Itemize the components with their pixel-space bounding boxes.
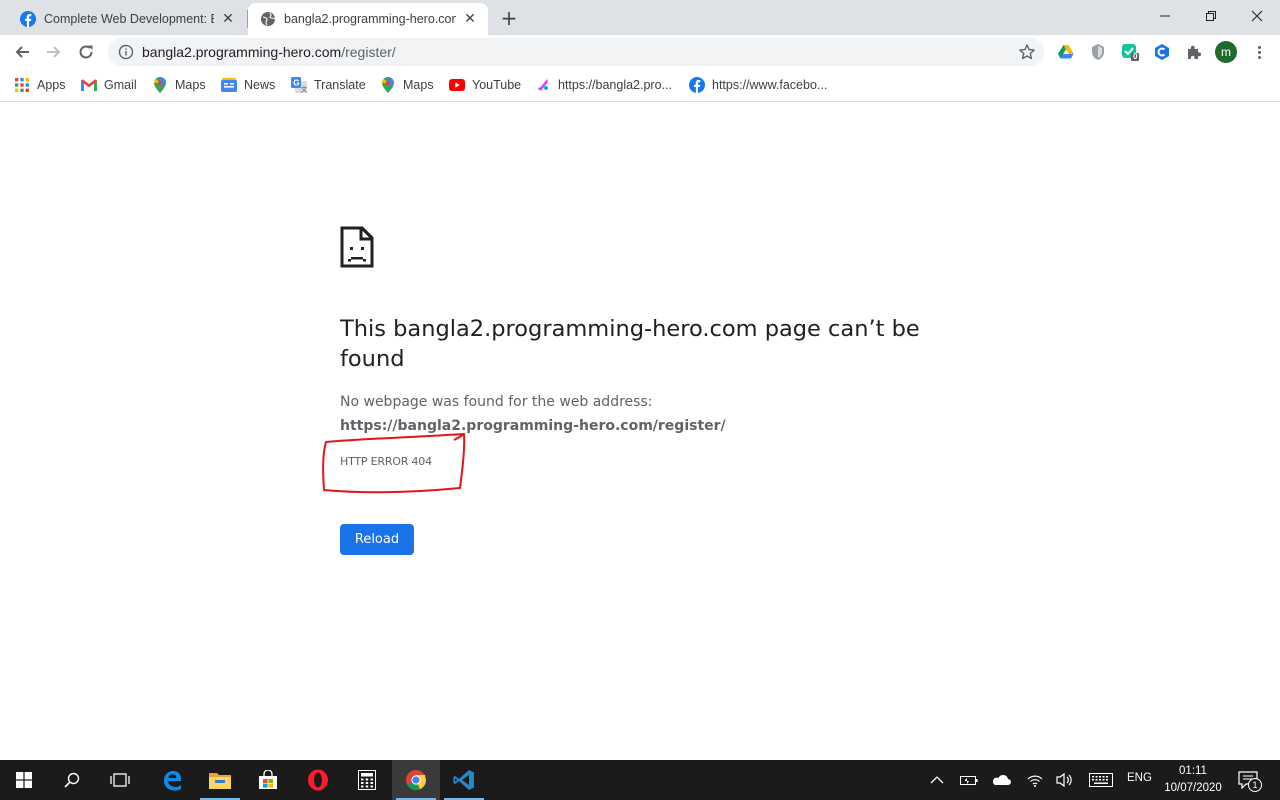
- notification-count: 1: [1248, 778, 1262, 792]
- chevron-up-icon[interactable]: [927, 770, 947, 790]
- new-tab-button[interactable]: +: [498, 6, 520, 30]
- svg-text:G: G: [293, 79, 299, 88]
- wifi-icon[interactable]: [1025, 770, 1045, 790]
- refresh-icon: [79, 45, 93, 59]
- google-drive-icon[interactable]: [1057, 43, 1075, 61]
- globe-icon: [260, 11, 276, 27]
- bookmark-label: Gmail: [104, 78, 137, 92]
- translate-icon: G文: [291, 77, 307, 93]
- shield-extension-icon[interactable]: [1089, 43, 1107, 61]
- facebook-icon: [20, 11, 36, 27]
- info-icon[interactable]: [118, 44, 134, 60]
- youtube-icon: [449, 77, 465, 93]
- tab-complete-web-development[interactable]: Complete Web Development: Ba ✕: [8, 3, 246, 35]
- arrow-right-icon: [47, 46, 61, 58]
- maps-pin-icon: [380, 77, 396, 93]
- language-indicator[interactable]: ENG: [1127, 772, 1152, 784]
- bookmark-news[interactable]: News: [221, 75, 275, 95]
- bookmark-label: https://www.facebo...: [712, 78, 828, 92]
- profile-avatar[interactable]: m: [1215, 41, 1237, 63]
- bookmark-label: YouTube: [472, 78, 522, 92]
- tab-close-icon[interactable]: ✕: [462, 11, 478, 27]
- browser-toolbar: bangla2.programming-hero.com/register/ 0…: [0, 35, 1280, 69]
- windows-start-icon[interactable]: [0, 760, 48, 800]
- volume-icon[interactable]: [1055, 770, 1075, 790]
- bookmark-label: Maps: [175, 78, 206, 92]
- arrow-left-icon: [15, 46, 29, 58]
- task-view-icon[interactable]: [96, 760, 144, 800]
- bookmark-youtube[interactable]: YouTube: [449, 75, 521, 95]
- tab-title: bangla2.programming-hero.com: [284, 12, 456, 26]
- bookmark-label: Maps: [403, 78, 434, 92]
- clock-date: 10/07/2020: [1164, 782, 1222, 794]
- url-host: bangla2.programming-hero.com: [142, 44, 342, 60]
- calculator-icon[interactable]: [343, 760, 391, 800]
- facebook-icon: [689, 77, 705, 93]
- bookmark-maps[interactable]: Maps: [152, 75, 206, 95]
- red-circle-annotation: [322, 433, 466, 494]
- programming-hero-icon: [535, 77, 551, 93]
- store-icon[interactable]: [244, 760, 292, 800]
- bookmark-label: Apps: [37, 78, 66, 92]
- bookmark-label: News: [244, 78, 276, 92]
- tab-strip: Complete Web Development: Ba ✕ bangla2.p…: [0, 0, 1280, 35]
- minimize-icon[interactable]: [1142, 0, 1188, 32]
- error-description-text: No webpage was found for the web address…: [340, 394, 653, 410]
- grammar-check-icon[interactable]: 0: [1121, 43, 1139, 61]
- search-icon[interactable]: [48, 760, 96, 800]
- bookmarks-bar: Apps Gmail Maps News G文 Translate Maps Y…: [0, 69, 1280, 102]
- restore-icon[interactable]: [1188, 0, 1234, 32]
- opera-icon[interactable]: [294, 760, 342, 800]
- google-news-icon: [221, 77, 237, 93]
- keyboard-icon[interactable]: [1089, 770, 1113, 790]
- reload-toolbar-button[interactable]: [72, 38, 100, 66]
- windows-taskbar: ENG 01:11 10/07/2020 1: [0, 760, 1280, 800]
- error-heading: This bangla2.programming-hero.com page c…: [340, 316, 920, 372]
- bookmark-apps[interactable]: Apps: [14, 75, 66, 95]
- clock-time: 01:11: [1179, 765, 1207, 777]
- more-menu-icon[interactable]: [1250, 41, 1268, 63]
- vscode-icon[interactable]: [440, 760, 488, 800]
- reload-button[interactable]: Reload: [340, 524, 414, 555]
- url-path: /register/: [341, 44, 396, 60]
- edge-icon[interactable]: [148, 760, 196, 800]
- c-extension-icon[interactable]: [1153, 43, 1171, 61]
- clock[interactable]: 01:11 10/07/2020: [1158, 763, 1228, 797]
- puzzle-icon[interactable]: [1185, 43, 1203, 61]
- forward-button[interactable]: [40, 38, 68, 66]
- bookmark-translate[interactable]: G文 Translate: [291, 75, 366, 95]
- onedrive-icon[interactable]: [991, 770, 1011, 790]
- bookmark-facebook[interactable]: https://www.facebo...: [689, 75, 827, 95]
- url-text[interactable]: bangla2.programming-hero.com/register/: [142, 44, 396, 60]
- tab-title: Complete Web Development: Ba: [44, 12, 214, 26]
- bookmark-gmail[interactable]: Gmail: [81, 75, 137, 95]
- svg-text:文: 文: [301, 85, 308, 94]
- close-icon[interactable]: [1234, 0, 1280, 32]
- extension-badge: 0: [1133, 52, 1138, 61]
- battery-icon[interactable]: [959, 770, 979, 790]
- bookmark-star-icon[interactable]: [1018, 43, 1036, 61]
- back-button[interactable]: [8, 38, 36, 66]
- gmail-icon: [81, 77, 97, 93]
- maps-pin-icon: [152, 77, 168, 93]
- chrome-icon[interactable]: [392, 760, 440, 800]
- bookmark-label: Translate: [314, 78, 366, 92]
- tab-close-icon[interactable]: ✕: [220, 11, 236, 27]
- bookmark-label: https://bangla2.pro...: [558, 78, 672, 92]
- address-bar[interactable]: bangla2.programming-hero.com/register/: [108, 38, 1044, 66]
- bookmark-maps-2[interactable]: Maps: [380, 75, 434, 95]
- bookmark-programming-hero[interactable]: https://bangla2.pro...: [535, 75, 672, 95]
- sad-page-icon: [339, 225, 375, 269]
- tab-bangla2-programming-hero[interactable]: bangla2.programming-hero.com ✕: [248, 3, 488, 35]
- file-explorer-icon[interactable]: [196, 760, 244, 800]
- apps-grid-icon: [14, 77, 30, 93]
